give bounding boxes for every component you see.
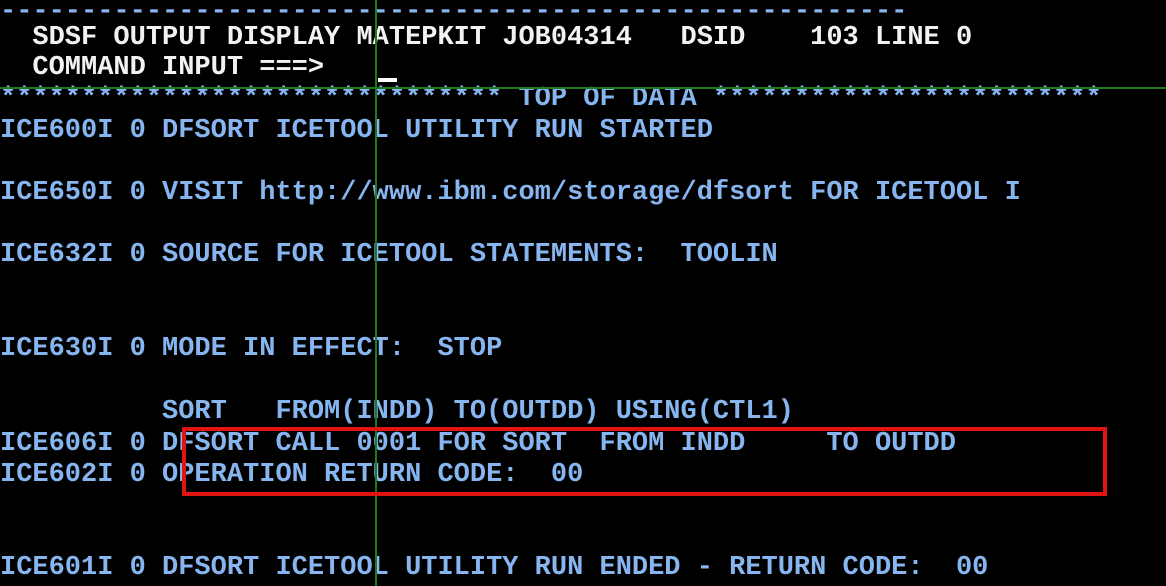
output-line-ice606i: ICE606I 0 DFSORT CALL 0001 FOR SORT FROM… bbox=[0, 429, 956, 459]
command-input-line[interactable]: COMMAND INPUT ===> bbox=[0, 52, 324, 84]
output-line-ice650i: ICE650I 0 VISIT http://www.ibm.com/stora… bbox=[0, 178, 1021, 208]
output-line-ice632i: ICE632I 0 SOURCE FOR ICETOOL STATEMENTS:… bbox=[0, 240, 778, 270]
output-line-ice630i: ICE630I 0 MODE IN EFFECT: STOP bbox=[0, 334, 503, 364]
sdsf-title-line: SDSF OUTPUT DISPLAY MATEPKIT JOB04314 DS… bbox=[0, 23, 973, 53]
field-separator-vertical bbox=[375, 0, 377, 586]
text-cursor bbox=[378, 78, 397, 82]
field-separator-horizontal bbox=[0, 87, 1166, 89]
output-line-sort-statement: SORT FROM(INDD) TO(OUTDD) USING(CTL1) bbox=[0, 397, 794, 427]
output-line-ice601i: ICE601I 0 DFSORT ICETOOL UTILITY RUN END… bbox=[0, 553, 989, 583]
terminal-screen: ----------------------------------------… bbox=[0, 0, 1166, 586]
output-line-ice602i: ICE602I 0 OPERATION RETURN CODE: 00 bbox=[0, 460, 584, 490]
output-line-ice600i: ICE600I 0 DFSORT ICETOOL UTILITY RUN STA… bbox=[0, 116, 713, 146]
